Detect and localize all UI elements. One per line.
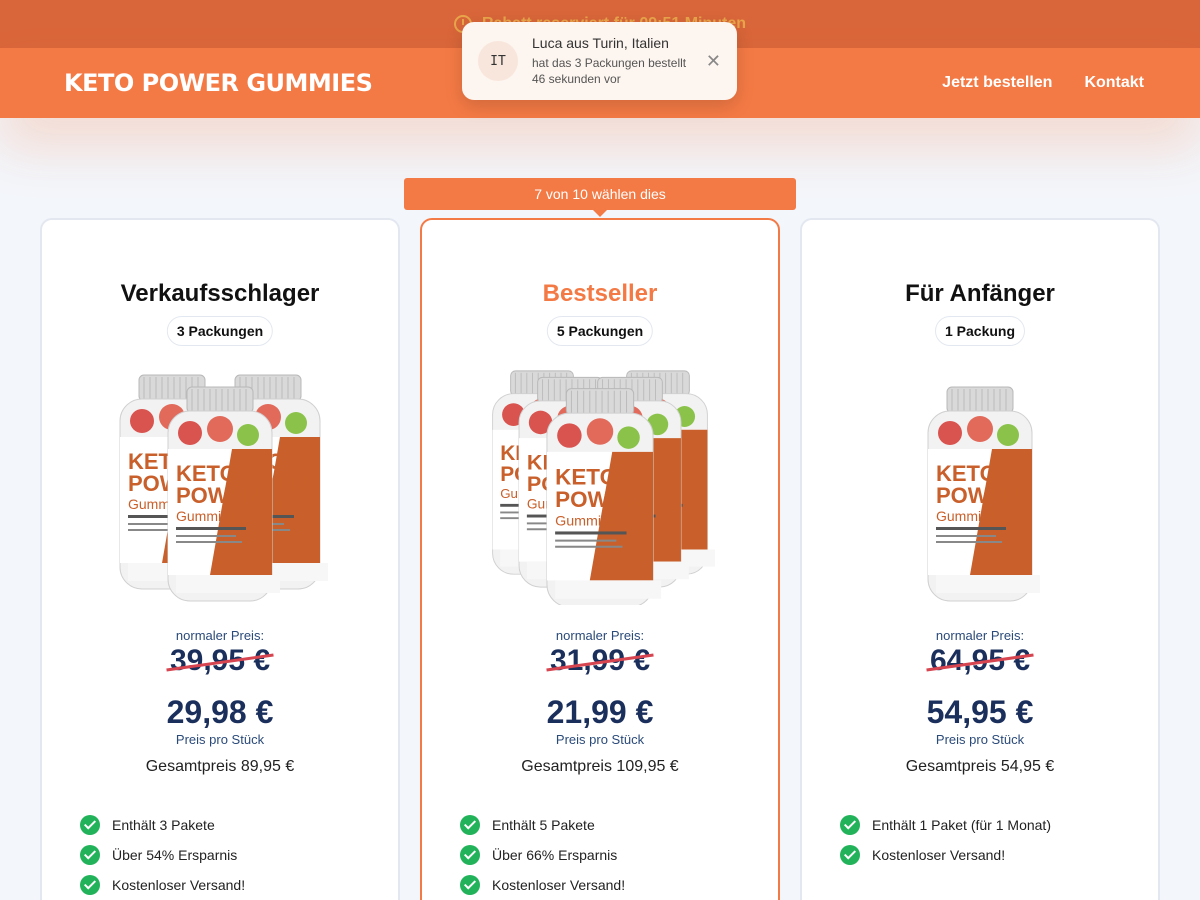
old-price: 39,95 € [169, 644, 271, 677]
old-price: 64,95 € [929, 644, 1031, 677]
product-image: KETOPOWERGummiesKETOPOWERGummiesKETOPOWE… [119, 374, 328, 602]
list-item: Kostenloser Versand! [840, 840, 1051, 870]
svg-text:Gummies: Gummies [936, 508, 996, 524]
country-flag-icon: IT [478, 41, 518, 81]
product-image: KETOPOWERGummies [927, 386, 1040, 602]
svg-text:POWER: POWER [176, 483, 259, 508]
close-icon[interactable]: ✕ [706, 51, 721, 72]
nav-order-now[interactable]: Jetzt bestellen [942, 74, 1052, 92]
old-price: 31,99 € [549, 644, 651, 677]
regular-price-label: normaler Preis: [555, 628, 645, 643]
feature-list: Enthält 1 Paket (für 1 Monat) Kostenlose… [840, 810, 1051, 870]
svg-text:POWER: POWER [936, 483, 1019, 508]
pack-badge: 3 Packungen [166, 316, 274, 346]
list-item: Kostenloser Versand! [80, 870, 245, 900]
price: 29,98 € [166, 694, 274, 730]
feature-list: Enthält 3 Pakete Über 54% Ersparnis Kost… [80, 810, 245, 900]
price: 21,99 € [546, 694, 654, 730]
card-title: Verkaufsschlager [120, 280, 320, 307]
total-price: Gesamtpreis 89,95 € [145, 758, 295, 775]
bottle-icon: KETOPOWERGummies [546, 388, 662, 605]
purchase-notification: IT Luca aus Turin, Italien hat das 3 Pac… [462, 22, 737, 100]
card-title: Für Anfänger [905, 280, 1055, 307]
svg-text:Gummies: Gummies [555, 513, 616, 529]
check-icon [840, 845, 860, 865]
check-icon [460, 845, 480, 865]
list-item: Enthält 5 Pakete [460, 810, 625, 840]
unit-label: Preis pro Stück [935, 732, 1025, 747]
svg-text:POWER: POWER [555, 487, 640, 512]
feature-list: Enthält 5 Pakete Über 66% Ersparnis Kost… [460, 810, 625, 900]
check-icon [80, 845, 100, 865]
list-item: Enthält 3 Pakete [80, 810, 245, 840]
list-item: Über 54% Ersparnis [80, 840, 245, 870]
bottle-icon: KETOPOWERGummies [927, 386, 1040, 602]
card-title: Bestseller [542, 280, 658, 307]
check-icon [460, 815, 480, 835]
popular-ribbon: 7 von 10 wählen dies [404, 178, 796, 217]
pack-badge: 5 Packungen [546, 316, 654, 346]
notification-time: 46 sekunden vor [532, 72, 621, 86]
notification-name: Luca aus Turin, Italien [532, 35, 669, 51]
logo[interactable]: KETO POWER GUMMIES [64, 69, 373, 97]
offer-card-1-pack[interactable]: Für Anfänger 1 Packung KETO POWER Gummies … [800, 218, 1160, 900]
list-item: Enthält 1 Paket (für 1 Monat) [840, 810, 1051, 840]
price: 54,95 € [926, 694, 1034, 730]
check-icon [80, 815, 100, 835]
bottle-icon: KETOPOWERGummies [167, 386, 280, 602]
unit-label: Preis pro Stück [555, 732, 645, 747]
notification-text: Luca aus Turin, Italien hat das 3 Packun… [532, 35, 700, 87]
regular-price-label: normaler Preis: [935, 628, 1025, 643]
product-image: KETOPOWERGummiesKETOPOWERGummiesKETOPOWE… [492, 370, 715, 605]
list-item: Kostenloser Versand! [460, 870, 625, 900]
notification-message: hat das 3 Packungen bestellt [532, 56, 687, 70]
nav-contact[interactable]: Kontakt [1084, 74, 1144, 92]
pack-badge: 1 Packung [934, 316, 1026, 346]
offer-card-3-packs[interactable]: Verkaufsschlager 3 Packungen KETOPOWERGu… [40, 218, 400, 900]
regular-price-label: normaler Preis: [175, 628, 265, 643]
unit-label: Preis pro Stück [175, 732, 265, 747]
total-price: Gesamtpreis 54,95 € [905, 758, 1055, 775]
main-nav: Jetzt bestellen Kontakt [942, 74, 1144, 92]
svg-text:KETO: KETO [555, 465, 617, 490]
svg-text:Gummies: Gummies [176, 508, 236, 524]
check-icon [840, 815, 860, 835]
list-item: Über 66% Ersparnis [460, 840, 625, 870]
total-price: Gesamtpreis 109,95 € [521, 758, 679, 775]
check-icon [460, 875, 480, 895]
check-icon [80, 875, 100, 895]
offer-card-5-packs[interactable]: Bestseller 5 Packungen KETOPOWERGummiesK… [420, 218, 780, 900]
